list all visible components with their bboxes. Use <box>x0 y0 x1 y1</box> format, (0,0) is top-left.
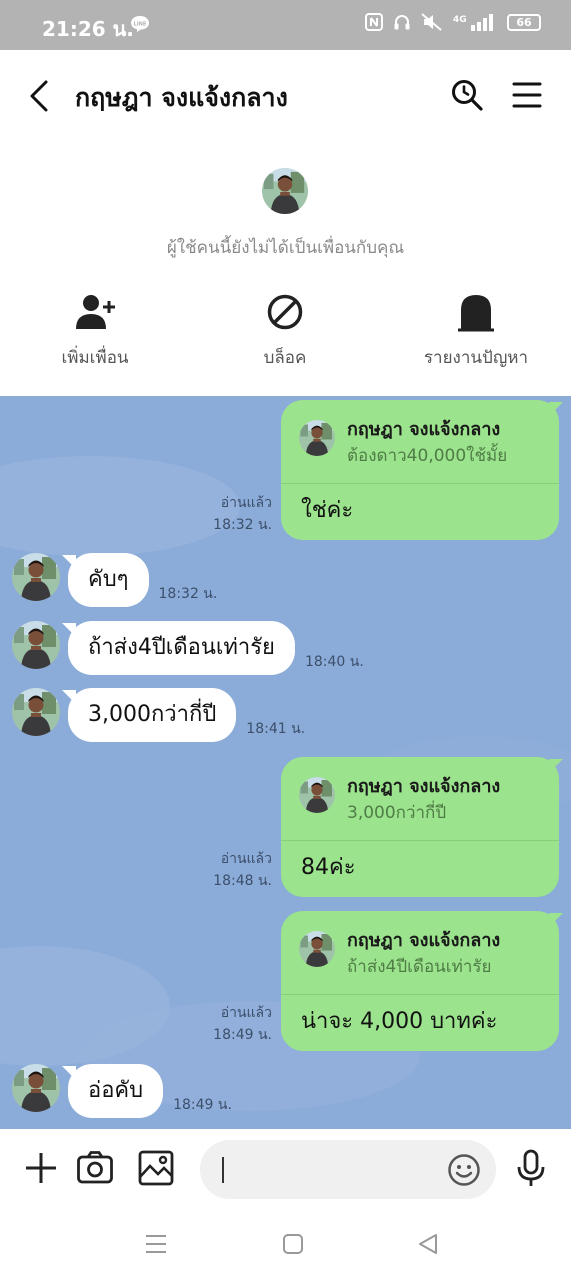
status-bar: 21:26 น. LINE 4G 66 <box>0 0 571 50</box>
reply-quote-text: ต้องดาว40,000ใช้มั้ย <box>347 446 508 466</box>
outgoing-message[interactable]: กฤษฎา จงแจ้งกลาง ถ้าส่ง4ปีเดือนเท่ารัย น… <box>281 911 563 1051</box>
line-notification-icon: LINE <box>131 16 149 32</box>
sender-avatar[interactable] <box>12 553 60 601</box>
message-time: 18:41 น. <box>246 721 306 737</box>
message-bubble[interactable]: 3,000กว่ากี่ปี <box>61 688 237 742</box>
image-icon[interactable] <box>137 1149 175 1187</box>
message-bubble[interactable]: คับๆ <box>62 553 149 607</box>
message-time: 18:32 น. <box>158 586 218 602</box>
message-time: 18:40 น. <box>304 654 364 670</box>
back-button[interactable] <box>26 78 56 114</box>
reply-quote-text: ถ้าส่ง4ปีเดือนเท่ารัย <box>347 957 492 977</box>
message-text: 84ค่ะ <box>301 855 356 880</box>
sender-avatar[interactable] <box>12 688 60 736</box>
read-status: อ่านแล้ว 18:32 น. <box>213 495 272 533</box>
status-time: 21:26 น. <box>42 17 134 41</box>
input-bar <box>0 1129 571 1209</box>
sender-avatar[interactable] <box>12 1064 60 1112</box>
menu-icon[interactable] <box>511 80 543 110</box>
block-label: บล็อค <box>263 348 307 368</box>
read-status: อ่านแล้ว 18:48 น. <box>213 851 272 889</box>
outgoing-message[interactable]: กฤษฎา จงแจ้งกลาง 3,000กว่ากี่ปี 84ค่ะ <box>281 757 563 897</box>
incoming-message[interactable]: ถ้าส่ง4ปีเดือนเท่ารัย 18:40 น. <box>12 621 364 675</box>
plus-icon[interactable] <box>22 1149 60 1187</box>
report-label: รายงานปัญหา <box>423 348 529 368</box>
report-icon <box>458 295 494 332</box>
add-friend-button[interactable]: เพิ่มเพื่อน <box>10 292 180 371</box>
back-nav-icon[interactable] <box>415 1231 441 1257</box>
message-bubble[interactable]: ถ้าส่ง4ปีเดือนเท่ารัย <box>62 621 295 675</box>
message-bubble[interactable]: อ่อคับ <box>61 1064 164 1118</box>
search-icon[interactable] <box>449 77 485 113</box>
reply-sender-name: กฤษฎา จงแจ้งกลาง <box>347 776 501 797</box>
system-nav-bar <box>0 1209 571 1280</box>
report-button[interactable]: รายงานปัญหา <box>391 292 561 371</box>
reply-avatar <box>299 420 335 456</box>
reply-sender-name: กฤษฎา จงแจ้งกลาง <box>347 930 501 951</box>
mute-icon <box>421 13 442 31</box>
incoming-message[interactable]: คับๆ 18:32 น. <box>12 553 217 607</box>
add-friend-label: เพิ่มเพื่อน <box>61 348 129 368</box>
nfc-icon <box>365 13 383 31</box>
profile-section: ผู้ใช้คนนี้ยังไม่ได้เป็นเพื่อนกับคุณ เพิ… <box>0 142 571 396</box>
reply-avatar <box>299 931 335 967</box>
recent-apps-icon[interactable] <box>143 1231 169 1257</box>
reply-quote[interactable]: กฤษฎา จงแจ้งกลาง ต้องดาว40,000ใช้มั้ย <box>281 400 559 484</box>
chat-header: กฤษฎา จงแจ้งกลาง <box>0 50 571 142</box>
not-friend-notice: ผู้ใช้คนนี้ยังไม่ได้เป็นเพื่อนกับคุณ <box>166 238 405 258</box>
reply-quote[interactable]: กฤษฎา จงแจ้งกลาง ถ้าส่ง4ปีเดือนเท่ารัย <box>281 911 559 995</box>
incoming-message[interactable]: 3,000กว่ากี่ปี 18:41 น. <box>12 688 305 742</box>
emoji-icon[interactable] <box>447 1153 481 1187</box>
chat-title: กฤษฎา จงแจ้งกลาง <box>75 83 288 112</box>
camera-icon[interactable] <box>76 1149 114 1187</box>
block-icon <box>267 294 303 330</box>
incoming-message[interactable]: อ่อคับ 18:49 น. <box>12 1064 232 1118</box>
profile-avatar[interactable] <box>262 168 308 214</box>
block-button[interactable]: บล็อค <box>200 292 370 371</box>
text-cursor <box>222 1157 224 1183</box>
microphone-icon[interactable] <box>513 1149 549 1187</box>
battery-icon: 66 <box>507 13 541 31</box>
message-text: ใช่ค่ะ <box>301 498 354 523</box>
message-time: 18:49 น. <box>173 1097 232 1113</box>
chat-area[interactable]: อ่านแล้ว 18:32 น. กฤษฎา จงแจ้งกลาง ต้องด… <box>0 396 571 1129</box>
reply-quote-text: 3,000กว่ากี่ปี <box>347 803 447 823</box>
reply-quote[interactable]: กฤษฎา จงแจ้งกลาง 3,000กว่ากี่ปี <box>281 757 559 841</box>
message-text: น่าจะ 4,000 บาทค่ะ <box>301 1009 498 1034</box>
svg-text:4G: 4G <box>453 15 467 25</box>
reply-sender-name: กฤษฎา จงแจ้งกลาง <box>347 419 501 440</box>
sender-avatar[interactable] <box>12 621 60 669</box>
home-icon[interactable] <box>280 1231 306 1257</box>
reply-avatar <box>299 777 335 813</box>
message-input[interactable] <box>200 1140 496 1199</box>
headphones-icon <box>394 15 410 30</box>
outgoing-message[interactable]: กฤษฎา จงแจ้งกลาง ต้องดาว40,000ใช้มั้ย ใช… <box>281 400 563 540</box>
svg-text:LINE: LINE <box>134 22 147 28</box>
read-status: อ่านแล้ว 18:49 น. <box>213 1005 272 1043</box>
signal-icon: 4G <box>453 14 493 31</box>
add-friend-icon <box>76 295 115 329</box>
